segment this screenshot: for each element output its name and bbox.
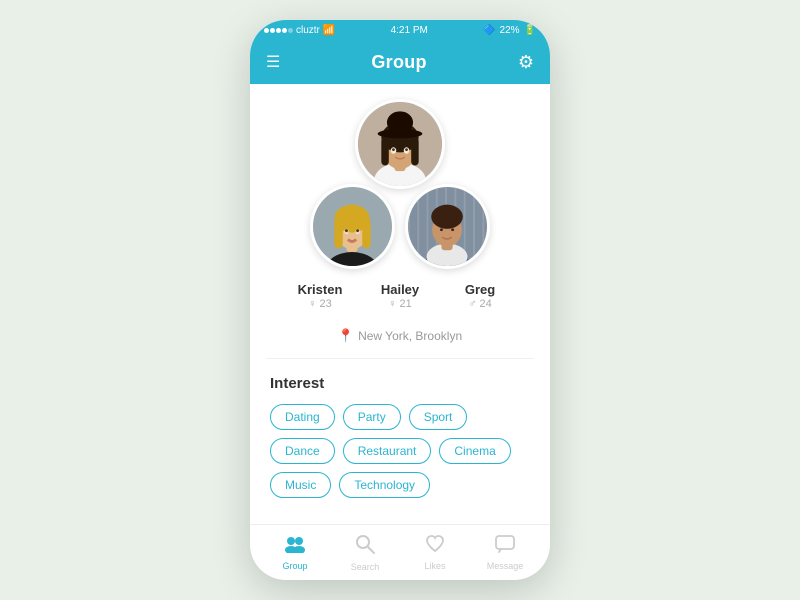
- menu-icon[interactable]: ☰: [266, 52, 280, 72]
- hailey-age: ♀ 21: [360, 298, 440, 310]
- kristen-age: ♀ 23: [280, 298, 360, 310]
- tags-container: Dating Party Sport Dance Restaurant Cinema Mus…: [270, 404, 530, 498]
- status-right: 🔷 22% 🔋: [483, 25, 536, 36]
- group-icon: [284, 535, 306, 559]
- interest-tag[interactable]: Dating: [270, 404, 335, 430]
- nav-message[interactable]: Message: [470, 535, 540, 571]
- time-text: 4:21 PM: [391, 25, 428, 36]
- nav-likes[interactable]: Likes: [400, 535, 470, 571]
- header: ☰ Group ⚙: [250, 40, 550, 84]
- phone-frame: cluztr 📶 4:21 PM 🔷 22% 🔋 ☰ Group ⚙: [250, 20, 550, 580]
- location-text: New York, Brooklyn: [358, 329, 462, 343]
- settings-icon[interactable]: ⚙: [518, 52, 534, 73]
- person-kristen: Kristen ♀ 23: [280, 282, 360, 310]
- message-label: Message: [487, 561, 524, 571]
- location-section: 📍 New York, Brooklyn: [250, 322, 550, 358]
- wifi-icon: 📶: [323, 25, 335, 36]
- bluetooth-icon: 🔷: [483, 25, 495, 36]
- battery-text: 22%: [500, 25, 520, 36]
- avatars-section: [250, 84, 550, 274]
- interest-tag[interactable]: Music: [270, 472, 331, 498]
- main-content: Kristen ♀ 23 Hailey ♀ 21 Greg ♂ 24 📍 New…: [250, 84, 550, 524]
- interest-tag[interactable]: Technology: [339, 472, 430, 498]
- interest-title: Interest: [270, 375, 530, 392]
- bottom-nav: Group Search Likes: [250, 524, 550, 580]
- kristen-name: Kristen: [280, 282, 360, 297]
- message-icon: [495, 535, 515, 559]
- nav-search[interactable]: Search: [330, 534, 400, 572]
- search-label: Search: [351, 562, 380, 572]
- signal-dots: [264, 28, 293, 33]
- avatar-kristen[interactable]: [355, 99, 445, 189]
- names-section: Kristen ♀ 23 Hailey ♀ 21 Greg ♂ 24: [250, 274, 550, 322]
- group-label: Group: [282, 561, 307, 571]
- interest-tag[interactable]: Restaurant: [343, 438, 432, 464]
- location-pin-icon: 📍: [338, 328, 354, 344]
- header-title: Group: [371, 52, 427, 73]
- avatar-cluster: [300, 99, 500, 269]
- person-hailey: Hailey ♀ 21: [360, 282, 440, 310]
- interest-tag[interactable]: Dance: [270, 438, 335, 464]
- avatar-greg[interactable]: [405, 184, 490, 269]
- carrier-text: cluztr: [296, 25, 320, 36]
- search-icon: [355, 534, 375, 560]
- nav-group[interactable]: Group: [260, 535, 330, 571]
- interest-tag[interactable]: Sport: [409, 404, 468, 430]
- person-greg: Greg ♂ 24: [440, 282, 520, 310]
- interest-tag[interactable]: Party: [343, 404, 401, 430]
- likes-label: Likes: [424, 561, 445, 571]
- greg-age: ♂ 24: [440, 298, 520, 310]
- greg-name: Greg: [440, 282, 520, 297]
- interest-section: Interest Dating Party Sport Dance Restaurant…: [250, 359, 550, 514]
- likes-icon: [425, 535, 445, 559]
- status-bar: cluztr 📶 4:21 PM 🔷 22% 🔋: [250, 20, 550, 40]
- battery-icon: 🔋: [524, 25, 536, 36]
- interest-tag[interactable]: Cinema: [439, 438, 510, 464]
- avatar-hailey[interactable]: [310, 184, 395, 269]
- status-left: cluztr 📶: [264, 25, 335, 36]
- hailey-name: Hailey: [360, 282, 440, 297]
